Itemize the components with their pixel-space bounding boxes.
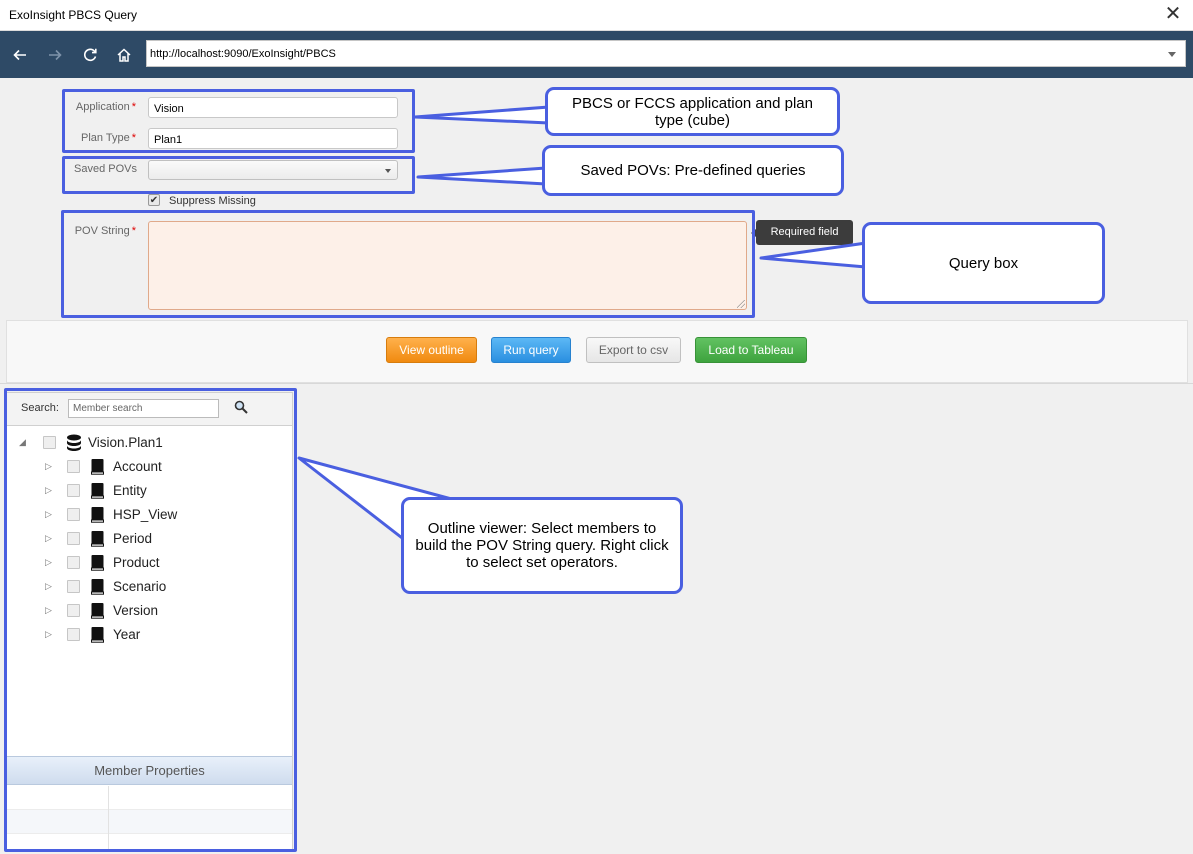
callout-query-box: Query box: [862, 222, 1105, 304]
callout-saved-povs: Saved POVs: Pre-defined queries: [542, 145, 844, 196]
callout-app-plan: PBCS or FCCS application and plan type (…: [545, 87, 840, 136]
callout-outline-viewer: Outline viewer: Select members to build …: [401, 497, 683, 594]
